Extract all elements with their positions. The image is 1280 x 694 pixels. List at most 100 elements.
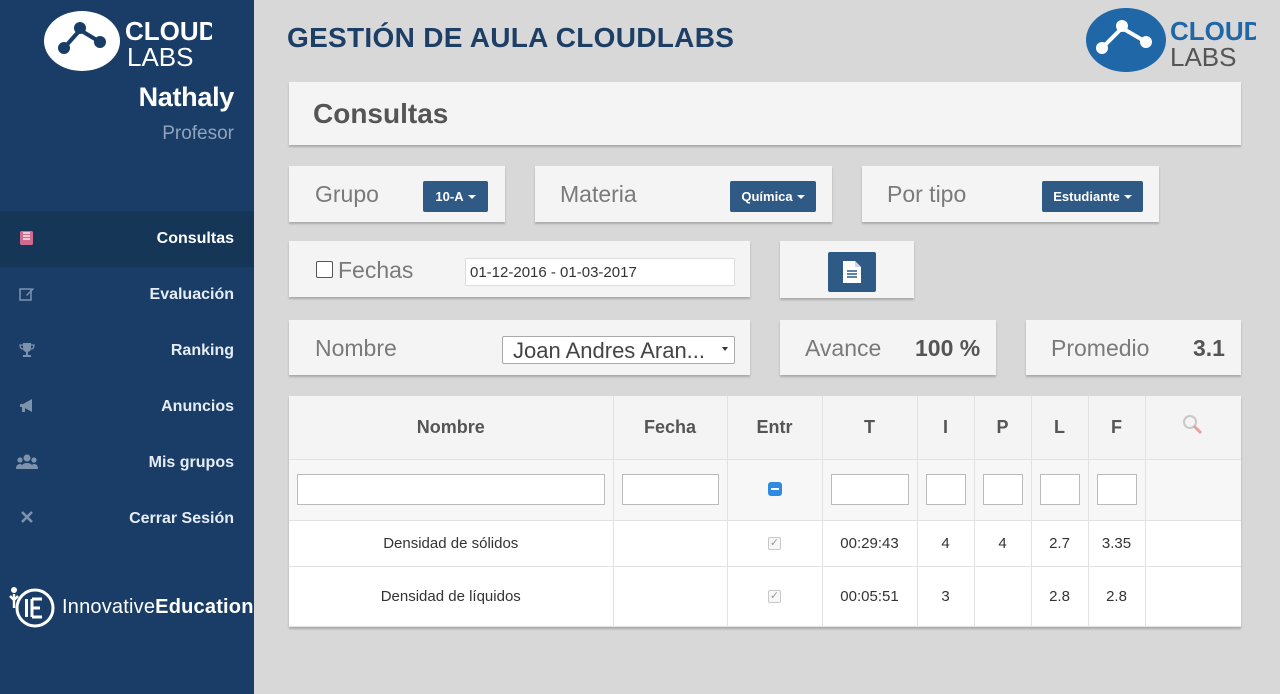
progress-value: 100 % bbox=[915, 335, 981, 361]
app-title: GESTIÓN DE AULA CLOUDLABS bbox=[287, 22, 735, 53]
sidebar-item-consultas[interactable]: Consultas bbox=[0, 211, 254, 267]
brand-text: InnovativeEducation bbox=[62, 595, 254, 618]
sidebar-item-label: Cerrar Sesión bbox=[129, 510, 234, 527]
subject-label: Materia bbox=[560, 181, 637, 207]
group-filter: Grupo 10-A bbox=[289, 166, 505, 222]
export-document-button[interactable] bbox=[828, 252, 876, 292]
users-icon bbox=[16, 453, 38, 473]
col-header-p[interactable]: P bbox=[974, 396, 1032, 460]
cell-l: 2.8 bbox=[1031, 566, 1089, 627]
results-table-panel: Nombre Fecha Entr T I P L F Densidad de … bbox=[289, 396, 1241, 627]
dates-checkbox[interactable] bbox=[316, 261, 333, 278]
col-header-i[interactable]: I bbox=[917, 396, 975, 460]
cloudlabs-logo[interactable]: CLOUD LABS bbox=[42, 6, 212, 76]
filter-entr-toggle[interactable] bbox=[767, 482, 782, 497]
cell-p: 4 bbox=[974, 520, 1032, 567]
caret-down-icon bbox=[467, 194, 476, 199]
date-range-input[interactable]: 01-12-2016 - 01-03-2017 bbox=[465, 258, 735, 286]
cell-f: 2.8 bbox=[1088, 566, 1146, 627]
export-panel bbox=[780, 241, 914, 298]
page-title-panel: Consultas bbox=[289, 82, 1241, 145]
name-label: Nombre bbox=[315, 335, 397, 361]
filter-f-input[interactable] bbox=[1096, 474, 1137, 505]
document-icon bbox=[843, 261, 861, 283]
cell-t: 00:05:51 bbox=[822, 566, 918, 627]
cell-i: 4 bbox=[917, 520, 975, 567]
progress-panel: Avance 100 % bbox=[780, 320, 996, 375]
sidebar-item-ranking[interactable]: Ranking bbox=[0, 323, 254, 379]
logo-labs-text: LABS bbox=[127, 42, 194, 72]
filter-i-input[interactable] bbox=[925, 474, 966, 505]
filter-row bbox=[289, 459, 1241, 521]
subject-filter: Materia Química bbox=[535, 166, 832, 222]
ie-icon bbox=[9, 587, 55, 628]
type-dropdown[interactable]: Estudiante bbox=[1042, 181, 1143, 212]
type-label: Por tipo bbox=[887, 181, 967, 207]
filter-l-input[interactable] bbox=[1039, 474, 1080, 505]
sidebar-item-cerrar-sesion[interactable]: Cerrar Sesión bbox=[0, 491, 254, 547]
cell-fecha bbox=[613, 520, 728, 567]
subject-dropdown[interactable]: Química bbox=[730, 181, 816, 212]
dates-filter: Fechas 01-12-2016 - 01-03-2017 bbox=[289, 241, 750, 297]
user-name: Nathaly bbox=[138, 82, 235, 112]
name-filter: Nombre Joan Andres Aran... bbox=[289, 320, 750, 375]
logo-labs-text: LABS bbox=[1170, 42, 1237, 72]
average-label: Promedio bbox=[1051, 335, 1150, 361]
col-header-t[interactable]: T bbox=[822, 396, 918, 460]
page-title: Consultas bbox=[313, 98, 449, 129]
filter-nombre-input[interactable] bbox=[297, 474, 605, 505]
close-icon bbox=[16, 509, 38, 529]
cell-l: 2.7 bbox=[1031, 520, 1089, 567]
average-panel: Promedio 3.1 bbox=[1026, 320, 1241, 375]
dates-label: Fechas bbox=[338, 257, 414, 283]
trophy-icon bbox=[16, 341, 38, 361]
cell-fecha bbox=[613, 566, 728, 627]
group-label: Grupo bbox=[315, 181, 379, 207]
cloudlabs-header-logo[interactable]: CLOUD LABS bbox=[1084, 4, 1256, 74]
progress-label: Avance bbox=[805, 335, 882, 361]
sidebar-item-label: Mis grupos bbox=[148, 454, 234, 471]
col-header-fecha[interactable]: Fecha bbox=[613, 396, 728, 460]
user-role: Profesor bbox=[162, 123, 234, 144]
search-column[interactable] bbox=[1145, 396, 1241, 460]
cell-i: 3 bbox=[917, 566, 975, 627]
type-filter: Por tipo Estudiante bbox=[862, 166, 1159, 222]
innovative-education-logo: InnovativeEducation bbox=[6, 582, 254, 632]
col-header-entr[interactable]: Entr bbox=[727, 396, 823, 460]
search-icon[interactable] bbox=[1181, 413, 1205, 437]
caret-down-icon bbox=[796, 194, 805, 199]
megaphone-icon bbox=[16, 397, 38, 417]
cell-nombre: Densidad de líquidos bbox=[289, 566, 614, 627]
cell-f: 3.35 bbox=[1088, 520, 1146, 567]
sidebar-item-anuncios[interactable]: Anuncios bbox=[0, 379, 254, 435]
filter-fecha-input[interactable] bbox=[621, 474, 719, 505]
edit-icon bbox=[16, 285, 38, 305]
table-row[interactable]: Densidad de líquidos ✓ 00:05:51 3 2.8 2.… bbox=[289, 566, 1241, 627]
results-table: Nombre Fecha Entr T I P L F Densidad de … bbox=[289, 396, 1241, 627]
sidebar-nav: Consultas Evaluación Ranking Anuncios Mi… bbox=[0, 211, 254, 547]
sidebar-item-mis-grupos[interactable]: Mis grupos bbox=[0, 435, 254, 491]
cell-p bbox=[974, 566, 1032, 627]
entregado-checkbox: ✓ bbox=[768, 590, 781, 604]
sidebar: CLOUD LABS Nathaly Profesor Consultas Ev… bbox=[0, 0, 254, 694]
col-header-l[interactable]: L bbox=[1031, 396, 1089, 460]
sidebar-item-label: Ranking bbox=[170, 342, 234, 359]
group-dropdown[interactable]: 10-A bbox=[423, 181, 488, 212]
select-arrow-icon bbox=[722, 347, 728, 351]
sidebar-item-label: Anuncios bbox=[161, 398, 234, 415]
sidebar-item-label: Consultas bbox=[156, 230, 234, 247]
average-value: 3.1 bbox=[1193, 335, 1225, 361]
caret-down-icon bbox=[1123, 194, 1132, 199]
sidebar-item-label: Evaluación bbox=[149, 286, 234, 303]
book-icon bbox=[16, 229, 38, 249]
cell-nombre: Densidad de sólidos bbox=[289, 520, 614, 567]
col-header-f[interactable]: F bbox=[1088, 396, 1146, 460]
filter-p-input[interactable] bbox=[982, 474, 1023, 505]
student-select[interactable]: Joan Andres Aran... bbox=[502, 336, 735, 364]
entregado-checkbox: ✓ bbox=[768, 537, 781, 551]
col-header-nombre[interactable]: Nombre bbox=[289, 396, 614, 460]
table-row[interactable]: Densidad de sólidos ✓ 00:29:43 4 4 2.7 3… bbox=[289, 520, 1241, 567]
filter-t-input[interactable] bbox=[830, 474, 909, 505]
user-info: Nathaly Profesor bbox=[138, 82, 235, 145]
sidebar-item-evaluacion[interactable]: Evaluación bbox=[0, 267, 254, 323]
